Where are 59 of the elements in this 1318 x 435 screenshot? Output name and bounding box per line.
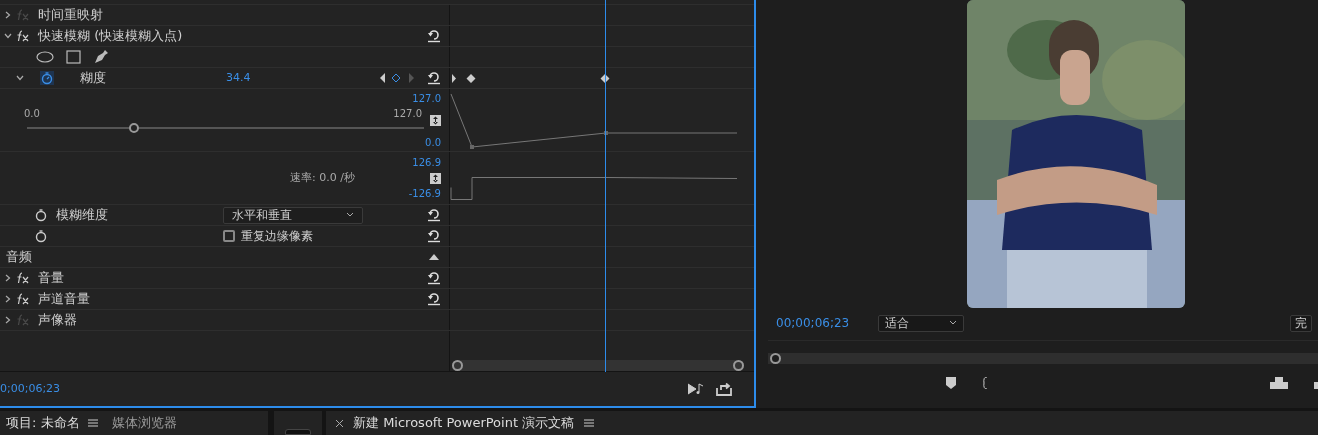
menu-icon[interactable] — [584, 419, 595, 427]
close-icon[interactable] — [336, 419, 343, 427]
effect-name[interactable]: 声道音量 — [38, 289, 90, 309]
stopwatch-icon[interactable] — [34, 229, 48, 243]
effect-name[interactable]: 声像器 — [38, 310, 77, 330]
marker-icon[interactable] — [946, 377, 956, 389]
reset-icon[interactable] — [427, 292, 441, 306]
chevron-right-icon[interactable] — [4, 11, 12, 19]
slider-max-label: 127.0 — [393, 106, 422, 121]
chevron-right-icon[interactable] — [4, 295, 12, 303]
effect-name[interactable]: 时间重映射 — [38, 5, 103, 25]
chevron-right-icon[interactable] — [4, 316, 12, 324]
slider-thumb[interactable] — [129, 122, 140, 133]
parameter-value[interactable]: 34.4 — [226, 69, 251, 87]
velocity-min-value: -126.9 — [408, 187, 441, 202]
expand-icon[interactable] — [430, 114, 441, 126]
parameter-name: 模糊维度 — [56, 206, 109, 225]
keyframe-navigation-icon[interactable] — [379, 73, 415, 83]
dimension-dropdown[interactable]: 水平和垂直 — [223, 206, 363, 224]
timecode[interactable]: 00;00;06;23 — [776, 314, 878, 332]
zoom-dropdown[interactable]: 适合 — [878, 314, 964, 332]
checkbox[interactable] — [223, 230, 235, 242]
chevron-down-icon — [949, 320, 957, 326]
ellipse-mask-icon[interactable] — [36, 51, 54, 63]
slider-min-label: 0.0 — [24, 106, 40, 121]
panel-tab[interactable]: 项目: 未命名 — [6, 413, 98, 433]
export-icon[interactable] — [716, 382, 732, 396]
parameter-name: 糊度 — [80, 69, 106, 88]
panel-tab[interactable]: 媒体浏览器 — [111, 413, 177, 433]
chevron-down-icon[interactable] — [16, 74, 24, 82]
graph-max-value: 127.0 — [412, 91, 441, 106]
menu-icon[interactable] — [87, 419, 98, 427]
scrollbar[interactable] — [452, 360, 744, 371]
velocity-max-value: 126.9 — [412, 155, 441, 170]
timecode[interactable]: 0;00;06;23 — [0, 380, 61, 398]
reset-icon[interactable] — [427, 208, 441, 222]
reset-icon[interactable] — [427, 229, 441, 243]
collapse-icon[interactable] — [429, 254, 439, 260]
mark-in-icon[interactable] — [982, 377, 988, 389]
sequence-tab[interactable]: 新建 Microsoft PowerPoint 演示文稿 — [353, 413, 575, 433]
velocity-reading: 速率: 0.0 /秒 — [290, 169, 355, 186]
stopwatch-icon[interactable] — [34, 208, 48, 222]
checkbox-label[interactable]: 重复边缘像素 — [241, 227, 313, 245]
rectangle-mask-icon[interactable] — [66, 50, 81, 64]
play-audio-icon[interactable] — [688, 383, 704, 395]
section-header: 音频 — [6, 248, 32, 267]
effect-name[interactable]: 快速模糊 (快速模糊入点) — [38, 26, 183, 46]
pen-icon[interactable] — [93, 49, 109, 65]
reset-icon[interactable] — [427, 271, 441, 285]
reset-icon[interactable] — [427, 71, 441, 85]
chevron-right-icon[interactable] — [4, 274, 12, 282]
effect-name[interactable]: 音量 — [38, 268, 64, 288]
expand-icon[interactable] — [430, 172, 441, 184]
chevron-down-icon — [346, 212, 354, 218]
lift-icon[interactable] — [1270, 377, 1288, 389]
chevron-down-icon[interactable] — [4, 32, 12, 40]
quality-dropdown[interactable]: 完 — [1290, 314, 1312, 332]
graph-min-value: 0.0 — [425, 135, 441, 150]
reset-icon[interactable] — [427, 29, 441, 43]
